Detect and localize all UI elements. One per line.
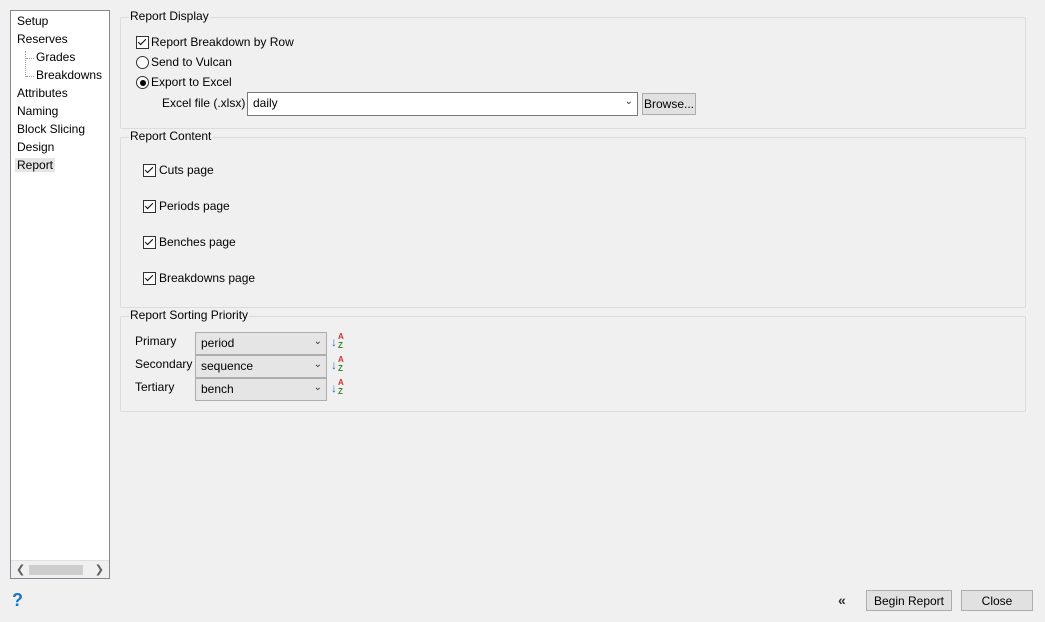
export-to-excel-radio[interactable] <box>136 76 149 89</box>
scroll-right-icon[interactable]: ❯ <box>95 563 104 576</box>
report-breakdown-by-row-label: Report Breakdown by Row <box>151 35 294 49</box>
chevron-down-icon[interactable]: ⌄ <box>625 96 633 107</box>
primary-sort-select[interactable]: period ⌄ <box>195 332 327 355</box>
sort-ascending-icon[interactable]: ↓ A Z <box>330 378 346 396</box>
tertiary-sort-label: Tertiary <box>135 380 175 394</box>
tree-item-breakdowns[interactable]: Breakdowns <box>36 68 102 82</box>
tertiary-sort-value: bench <box>201 382 234 396</box>
primary-sort-label: Primary <box>135 334 177 348</box>
tree-item-setup[interactable]: Setup <box>17 14 48 28</box>
export-to-excel-label: Export to Excel <box>151 75 232 89</box>
tree-connector <box>26 76 34 77</box>
report-breakdown-by-row-checkbox[interactable] <box>136 36 149 49</box>
tree-item-grades[interactable]: Grades <box>36 50 75 64</box>
cuts-page-label: Cuts page <box>159 163 214 177</box>
benches-page-checkbox[interactable] <box>143 236 156 249</box>
periods-page-checkbox[interactable] <box>143 200 156 213</box>
tree-connector <box>25 51 26 77</box>
tree-item-naming[interactable]: Naming <box>17 104 58 118</box>
tree-item-attributes[interactable]: Attributes <box>17 86 68 100</box>
chevron-down-icon[interactable]: ⌄ <box>314 359 322 370</box>
sort-ascending-icon[interactable]: ↓ A Z <box>330 355 346 373</box>
report-display-title: Report Display <box>129 9 210 23</box>
report-sorting-title: Report Sorting Priority <box>129 308 250 322</box>
horizontal-scrollbar[interactable]: ❮ ❯ <box>11 560 109 578</box>
help-icon[interactable]: ? <box>12 590 23 611</box>
tree-item-block-slicing[interactable]: Block Slicing <box>17 122 85 136</box>
report-content-group: Report Content <box>120 129 1026 308</box>
secondary-sort-select[interactable]: sequence ⌄ <box>195 355 327 378</box>
secondary-sort-value: sequence <box>201 359 254 373</box>
breakdowns-page-label: Breakdowns page <box>159 271 256 285</box>
periods-page-label: Periods page <box>159 199 230 213</box>
excel-file-value: daily <box>253 96 278 110</box>
tree-item-design[interactable]: Design <box>17 140 54 154</box>
tree-connector <box>26 58 34 59</box>
send-to-vulcan-label: Send to Vulcan <box>151 55 232 69</box>
scrollbar-thumb[interactable] <box>29 565 83 575</box>
scroll-left-icon[interactable]: ❮ <box>16 563 25 576</box>
tree-item-report[interactable]: Report <box>15 158 56 172</box>
primary-sort-value: period <box>201 336 235 350</box>
excel-file-combo[interactable]: daily ⌄ <box>247 92 638 116</box>
begin-report-button[interactable]: Begin Report <box>866 590 952 611</box>
navigation-tree: Setup Reserves Grades Breakdowns Attribu… <box>10 10 110 579</box>
report-content-title: Report Content <box>129 129 213 143</box>
browse-button[interactable]: Browse... <box>642 93 696 115</box>
chevron-down-icon[interactable]: ⌄ <box>314 382 322 393</box>
excel-file-label: Excel file (.xlsx) <box>162 96 246 110</box>
double-chevron-left-icon[interactable]: « <box>838 592 846 608</box>
benches-page-label: Benches page <box>159 235 236 249</box>
chevron-down-icon[interactable]: ⌄ <box>314 336 322 347</box>
close-button[interactable]: Close <box>961 590 1033 611</box>
send-to-vulcan-radio[interactable] <box>136 56 149 69</box>
secondary-sort-label: Secondary <box>135 357 193 371</box>
cuts-page-checkbox[interactable] <box>143 164 156 177</box>
tertiary-sort-select[interactable]: bench ⌄ <box>195 378 327 401</box>
breakdowns-page-checkbox[interactable] <box>143 272 156 285</box>
tree-item-reserves[interactable]: Reserves <box>17 32 68 46</box>
sort-ascending-icon[interactable]: ↓ A Z <box>330 332 346 350</box>
